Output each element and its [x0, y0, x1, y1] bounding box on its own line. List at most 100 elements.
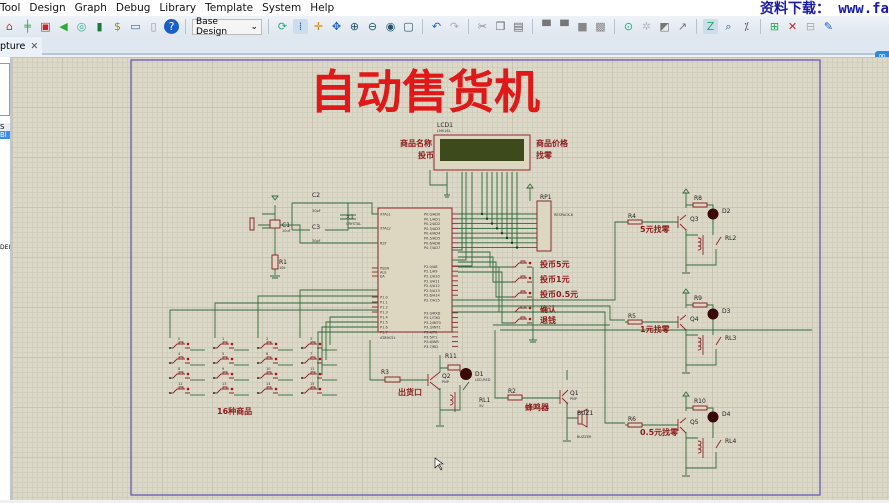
lcd-label-change: 找零: [536, 150, 553, 160]
mcu-u1[interactable]: U1 AT89C51 XTAL1XTAL2RSTPSENALEEAP1.0P1.…: [372, 207, 458, 349]
component-icon[interactable]: ╪: [20, 19, 35, 34]
undo-icon[interactable]: ↶: [429, 19, 444, 34]
keypad-button-label: 10: [266, 367, 270, 371]
side-item[interactable]: DEI: [0, 244, 10, 251]
menu-system[interactable]: System: [262, 2, 301, 14]
mcu-pin-label: P1.4: [380, 316, 388, 320]
package-icon[interactable]: ◩: [657, 19, 672, 34]
zoom-out-icon[interactable]: ⊖: [365, 19, 380, 34]
keypad-button-label: 9: [222, 367, 224, 371]
buz1-ref: BUZ1: [577, 410, 594, 417]
pan-icon[interactable]: ✥: [329, 19, 344, 34]
led-ref: D2: [722, 208, 731, 215]
schematic-title: 自动售货机: [310, 65, 540, 119]
mcu-pin-label: P3.2/INT0: [424, 321, 441, 325]
keypad-button[interactable]: 13: [213, 382, 249, 396]
home-icon[interactable]: ⌂: [2, 19, 17, 34]
relay-ref: RL2: [725, 235, 737, 242]
document-icon[interactable]: ▯: [146, 19, 161, 34]
keypad-button-label: 1: [222, 337, 224, 341]
bom-icon[interactable]: $: [110, 19, 125, 34]
block-delete-icon[interactable]: ▩: [593, 19, 608, 34]
zoom-area-icon[interactable]: ▢: [401, 19, 416, 34]
d1-value: LED-RED: [475, 378, 491, 382]
keypad-button[interactable]: 12: [169, 382, 205, 396]
schematic-drawing: 自动售货机 LCD1 LM016L 商品名称 投币 商品价格 找零 U1 AT8…: [130, 59, 821, 496]
notes-icon[interactable]: ✎: [821, 19, 836, 34]
mcu-pin-label: P2.4/A12: [424, 284, 440, 288]
menu-graph[interactable]: Graph: [75, 2, 107, 14]
copy-icon[interactable]: ❐: [493, 19, 508, 34]
lcd-part: LM016L: [437, 129, 451, 133]
netlist-icon[interactable]: ▭: [128, 19, 143, 34]
close-icon[interactable]: ✕: [30, 41, 38, 52]
keypad-button[interactable]: 0: [169, 337, 205, 351]
keypad-button[interactable]: 6: [257, 352, 293, 366]
zoom-search-icon[interactable]: ◎: [74, 19, 89, 34]
menu-help[interactable]: Help: [310, 2, 334, 14]
origin-icon[interactable]: ✛: [311, 19, 326, 34]
refresh-icon[interactable]: ⟳: [275, 19, 290, 34]
block-move-icon[interactable]: ▀: [557, 19, 572, 34]
transistor-ref: Q5: [690, 419, 699, 426]
relay-ref: RL4: [725, 438, 737, 445]
redo-icon[interactable]: ↷: [447, 19, 462, 34]
keypad-button[interactable]: 14: [257, 382, 293, 396]
menu-debug[interactable]: Debug: [116, 2, 151, 14]
delete-sheet-icon[interactable]: ✕: [785, 19, 800, 34]
keypad-button[interactable]: 7: [301, 352, 337, 366]
keypad-button[interactable]: 2: [257, 337, 293, 351]
keypad-button-label: 15: [310, 382, 314, 386]
menu-library[interactable]: Library: [159, 2, 196, 14]
property-icon[interactable]: ⁒: [739, 19, 754, 34]
keypad-button[interactable]: 15: [301, 382, 337, 396]
data-bus-wire: [458, 172, 537, 244]
book-icon[interactable]: ▮: [92, 19, 107, 34]
coin-button[interactable]: 投币5元: [458, 251, 570, 269]
cut-icon[interactable]: ✂: [475, 19, 490, 34]
keypad-button[interactable]: 8: [169, 367, 205, 381]
zoom-in-icon[interactable]: ⊕: [347, 19, 362, 34]
keypad-button-label: 14: [266, 382, 271, 386]
menu-template[interactable]: Template: [205, 2, 253, 14]
keypad-button[interactable]: 3: [301, 337, 337, 351]
respack-rp1[interactable]: RP1 RESPACK-8: [526, 183, 573, 252]
lcd-component[interactable]: LCD1 LM016L 商品名称 投币 商品价格 找零: [400, 122, 569, 171]
help-icon[interactable]: ?: [164, 19, 179, 34]
block-rotate-icon[interactable]: ■: [575, 19, 590, 34]
grid-icon[interactable]: ⁞: [293, 19, 308, 34]
make-device-icon[interactable]: ✲: [639, 19, 654, 34]
block-copy-icon[interactable]: ▀: [539, 19, 554, 34]
keypad-button[interactable]: 1: [213, 337, 249, 351]
new-sheet-icon[interactable]: ⊞: [767, 19, 782, 34]
audio-icon[interactable]: ◀: [56, 19, 71, 34]
tab-schematic-capture[interactable]: pture ✕: [0, 37, 42, 55]
keypad-button[interactable]: 9: [213, 367, 249, 381]
side-panel: S Bl DEI: [0, 57, 12, 500]
keypad-button[interactable]: 11: [301, 367, 337, 381]
menu-design[interactable]: Design: [29, 2, 65, 14]
pick-device-icon[interactable]: ⊙: [621, 19, 636, 34]
paste-icon[interactable]: ▤: [511, 19, 526, 34]
side-selected-item[interactable]: Bl: [0, 131, 10, 139]
search-icon[interactable]: ⌕: [721, 19, 736, 34]
schematic-canvas[interactable]: 自动售货机 LCD1 LM016L 商品名称 投币 商品价格 找零 U1 AT8…: [12, 57, 889, 500]
zoom-all-icon[interactable]: ◉: [383, 19, 398, 34]
overview-window[interactable]: [0, 63, 10, 116]
design-select[interactable]: Base Design ⌄: [192, 17, 262, 37]
data-bus-wire: [458, 172, 537, 249]
keypad-button[interactable]: 4: [169, 352, 205, 366]
mcu-pin-label: P1.2: [380, 306, 388, 310]
toolbar: ⌂ ╪ ▣ ◀ ◎ ▮ $ ▭ ▯ ? Base Design ⌄ ⟳ ⁞ ✛ ✥…: [0, 16, 889, 37]
chip-icon[interactable]: ▣: [38, 19, 53, 34]
keypad-button[interactable]: 5: [213, 352, 249, 366]
wire-autoroute-icon[interactable]: Z: [703, 19, 718, 34]
junction-dot: [495, 227, 499, 230]
keypad-button[interactable]: 10: [257, 367, 293, 381]
hierarchy-icon[interactable]: ⊟: [803, 19, 818, 34]
menu-tool[interactable]: Tool: [0, 2, 20, 14]
decompose-icon[interactable]: ↗: [675, 19, 690, 34]
buzzer-label: 蜂鸣器: [525, 402, 550, 412]
lcd-label-price: 商品价格: [536, 138, 569, 148]
mcu-pin-label: P1.1: [380, 301, 388, 305]
